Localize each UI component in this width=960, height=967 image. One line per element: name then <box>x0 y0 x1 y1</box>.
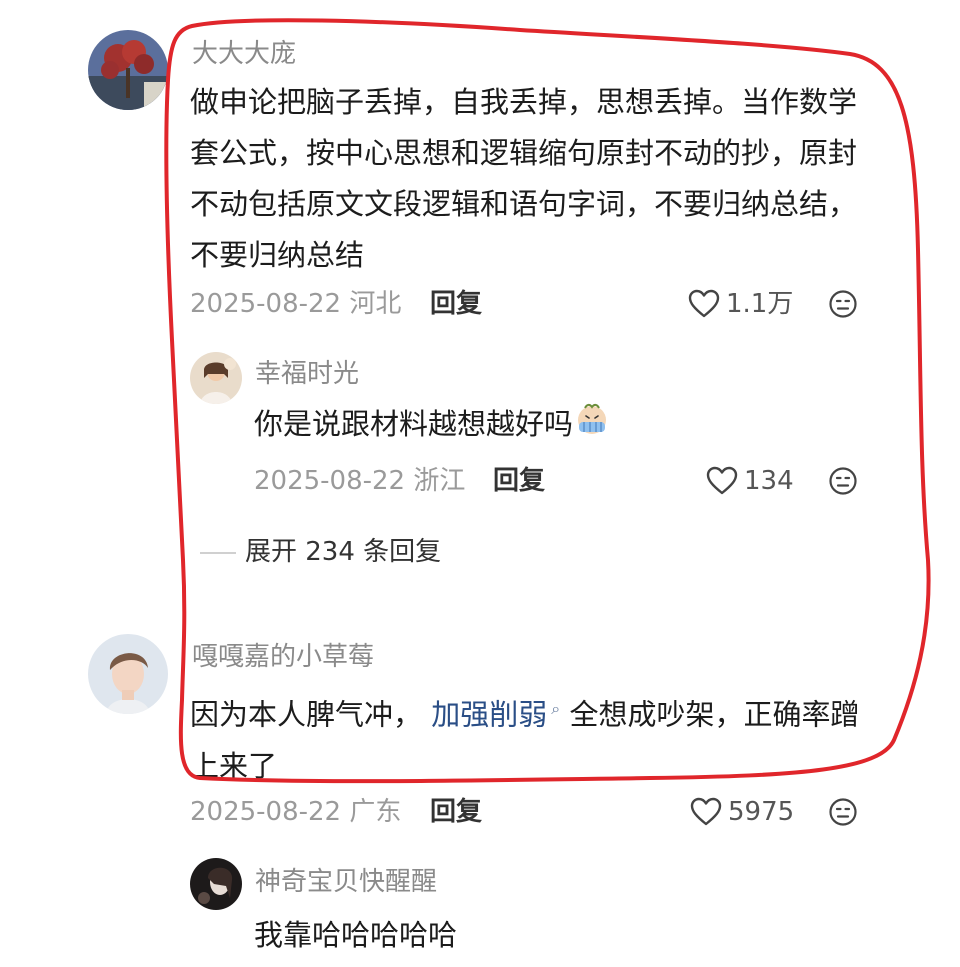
avatar[interactable] <box>88 634 168 714</box>
username[interactable]: 幸福时光 <box>255 358 359 390</box>
comment-meta: 2025-08-22 广东 <box>190 795 401 829</box>
avatar[interactable] <box>190 352 242 404</box>
comment-meta: 2025-08-22 河北 <box>190 287 401 321</box>
comment-date: 2025-08-22 <box>190 797 342 827</box>
heart-icon <box>690 797 722 826</box>
search-link[interactable]: 加强削弱 <box>431 698 547 732</box>
comment-location: 广东 <box>349 797 402 827</box>
reply-location: 浙江 <box>413 466 466 496</box>
search-icon: ⌕ <box>551 699 561 718</box>
username[interactable]: 嘎嘎嘉的小草莓 <box>192 641 374 673</box>
reply-meta: 2025-08-22 浙江 <box>254 464 465 498</box>
avatar[interactable] <box>190 858 242 910</box>
reply-text: 我靠哈哈哈哈哈 <box>254 918 458 952</box>
reply-text: 你是说跟材料越想越好吗 <box>254 407 574 441</box>
dislike-icon[interactable] <box>828 289 858 323</box>
username[interactable]: 大大大庞 <box>192 38 296 70</box>
dislike-icon[interactable] <box>828 466 858 500</box>
crying-emoji-icon <box>575 401 609 452</box>
reply-button[interactable]: 回复 <box>430 287 482 321</box>
expand-divider <box>200 552 236 554</box>
heart-icon <box>706 466 738 495</box>
avatar[interactable] <box>88 30 168 110</box>
username[interactable]: 神奇宝贝快醒醒 <box>255 866 437 898</box>
comment-date: 2025-08-22 <box>190 289 342 319</box>
expand-replies-button[interactable]: 展开 234 条回复 <box>245 535 441 569</box>
like-count: 5975 <box>728 797 795 827</box>
reply-date: 2025-08-22 <box>254 466 406 496</box>
comment-text: 做申论把脑子丢掉，自我丢掉，思想丢掉。当作数学套公式，按中心思想和逻辑缩句原封不… <box>190 85 858 272</box>
like-button[interactable]: 1.1万 <box>688 287 793 321</box>
comment-text-part: 因为本人脾气冲， <box>190 697 423 732</box>
dislike-icon[interactable] <box>828 797 858 831</box>
comment-text: 因为本人脾气冲， 加强削弱 ⌕ 全想成吵架，正确率蹭上来了 <box>190 683 880 792</box>
reply-button[interactable]: 回复 <box>493 464 545 498</box>
reply-text-row: 你是说跟材料越想越好吗 <box>254 399 609 452</box>
heart-icon <box>688 289 720 318</box>
like-count: 134 <box>744 466 794 496</box>
like-count: 1.1万 <box>726 289 794 319</box>
comment-location: 河北 <box>349 289 402 319</box>
reply-button[interactable]: 回复 <box>430 795 482 829</box>
like-button[interactable]: 134 <box>706 464 794 498</box>
like-button[interactable]: 5975 <box>690 795 794 829</box>
